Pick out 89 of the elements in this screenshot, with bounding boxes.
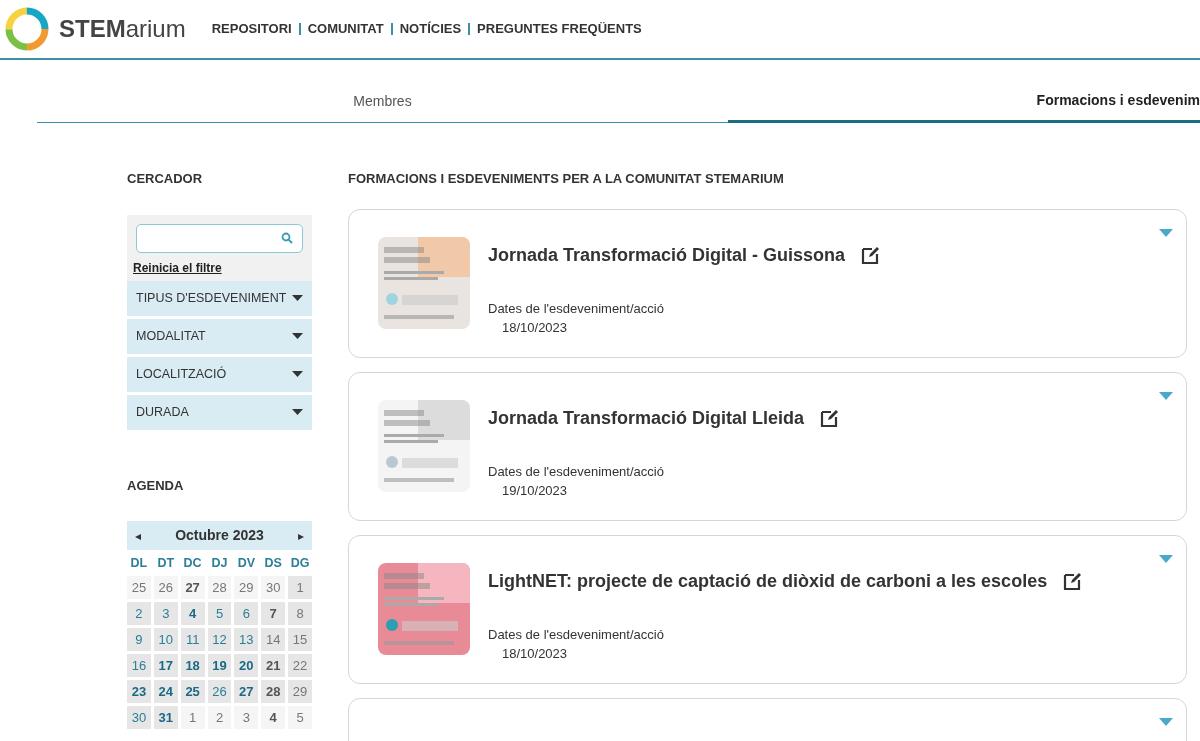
- calendar-day[interactable]: 4: [180, 602, 205, 625]
- calendar-day[interactable]: 27: [180, 576, 205, 599]
- calendar-day[interactable]: 23: [127, 680, 151, 703]
- calendar-day[interactable]: 16: [127, 654, 151, 677]
- edit-icon[interactable]: [861, 245, 882, 265]
- calendar-day[interactable]: 12: [207, 628, 232, 651]
- calendar-day[interactable]: 29: [288, 680, 312, 703]
- filter-dropdown[interactable]: MODALITAT: [127, 318, 312, 354]
- calendar-day[interactable]: 31: [153, 706, 178, 729]
- calendar-day[interactable]: 30: [261, 576, 286, 599]
- calendar-day[interactable]: 18: [180, 654, 205, 677]
- section-title: CERCADOR: [127, 170, 204, 188]
- edit-icon[interactable]: [820, 408, 841, 428]
- calendar-day[interactable]: 25: [127, 576, 151, 599]
- calendar-day[interactable]: 8: [288, 602, 312, 625]
- calendar-day[interactable]: 19: [207, 654, 232, 677]
- search-field[interactable]: [136, 223, 303, 253]
- weekday-label: DS: [263, 554, 283, 572]
- next-month-button[interactable]: ▸: [298, 526, 304, 545]
- nav-link[interactable]: PREGUNTES FREQÜENTS: [477, 19, 642, 39]
- caret-icon[interactable]: [1159, 391, 1173, 400]
- event-date: 19/10/2023: [502, 482, 569, 500]
- calendar-day[interactable]: 20: [234, 654, 259, 677]
- calendar-day[interactable]: 26: [153, 576, 178, 599]
- filter-dropdown[interactable]: TIPUS D'ESDEVENIMENT: [127, 280, 312, 316]
- dates-label: Dates de l'esdeveniment/acció: [488, 625, 665, 644]
- calendar-day[interactable]: 5: [288, 706, 312, 729]
- tab[interactable]: Membres: [37, 80, 728, 123]
- calendar-day[interactable]: 30: [127, 706, 151, 729]
- logo-text[interactable]: STEMarium: [59, 11, 186, 47]
- filter-dropdown[interactable]: DURADA: [127, 394, 312, 430]
- calendar-day[interactable]: 2: [127, 602, 151, 625]
- calendar-day[interactable]: 28: [207, 576, 232, 599]
- calendar-day[interactable]: 5: [207, 602, 232, 625]
- calendar-day[interactable]: 28: [261, 680, 286, 703]
- event-date: 18/10/2023: [502, 319, 569, 337]
- event-title[interactable]: Jornada Transformació Digital - Guissona: [488, 241, 846, 269]
- calendar-day[interactable]: 14: [261, 628, 286, 651]
- nav-link[interactable]: REPOSITORI: [211, 19, 292, 39]
- caret-icon[interactable]: [1159, 228, 1173, 237]
- calendar-day[interactable]: 1: [288, 576, 312, 599]
- weekday-label: DJ: [210, 554, 229, 572]
- nav-link[interactable]: COMUNITAT: [307, 19, 384, 39]
- calendar-day[interactable]: 11: [180, 628, 205, 651]
- calendar-day[interactable]: 25: [180, 680, 205, 703]
- calendar-day[interactable]: 29: [234, 576, 259, 599]
- dates-label: Dates de l'esdeveniment/acció: [488, 462, 665, 481]
- calendar-day[interactable]: 1: [180, 706, 205, 729]
- weekday-label: DC: [182, 554, 203, 572]
- page-heading: FORMACIONS I ESDEVENIMENTS PER A LA COMUNITAT STEMARIUM: [348, 170, 785, 188]
- caret-icon[interactable]: [1159, 717, 1173, 726]
- calendar-day[interactable]: 4: [261, 706, 286, 729]
- calendar-day[interactable]: 9: [127, 628, 151, 651]
- filter-dropdown[interactable]: LOCALITZACIÓ: [127, 356, 312, 392]
- caret-icon: [292, 333, 303, 339]
- event-title[interactable]: LightNET: projecte de captació de diòxid de carboni a les escoles: [488, 567, 1048, 595]
- event-date: 18/10/2023: [502, 645, 569, 663]
- caret-icon: [292, 371, 303, 377]
- caret-icon[interactable]: [1159, 554, 1173, 563]
- calendar-day[interactable]: 27: [234, 680, 259, 703]
- section-title: AGENDA: [127, 476, 185, 495]
- calendar-day[interactable]: 6: [234, 602, 259, 625]
- calendar-day[interactable]: 7: [261, 602, 286, 625]
- month-title: Octubre 2023: [175, 526, 264, 545]
- weekday-label: DT: [156, 554, 176, 572]
- weekday-label: DL: [129, 554, 149, 572]
- tab[interactable]: Formacions i esdevenim: [728, 80, 1200, 123]
- search-icon: [281, 232, 293, 244]
- calendar-day[interactable]: 3: [234, 706, 259, 729]
- weekday-label: DG: [289, 554, 311, 572]
- calendar-day[interactable]: 21: [261, 654, 286, 677]
- calendar-day[interactable]: 3: [153, 602, 178, 625]
- nav-link[interactable]: NOTÍCIES: [399, 19, 462, 39]
- dates-label: Dates de l'esdeveniment/acció: [488, 299, 665, 318]
- caret-icon: [292, 295, 303, 301]
- caret-icon: [292, 409, 303, 415]
- calendar-day[interactable]: 2: [207, 706, 232, 729]
- calendar-day[interactable]: 15: [288, 628, 312, 651]
- calendar-day[interactable]: 17: [153, 654, 178, 677]
- logo-icon: [5, 7, 49, 51]
- previous-month-button[interactable]: ◂: [135, 526, 141, 545]
- calendar-day[interactable]: 13: [234, 628, 259, 651]
- event-title[interactable]: Jornada Transformació Digital Lleida: [488, 404, 805, 432]
- calendar-day[interactable]: 22: [288, 654, 312, 677]
- calendar-day[interactable]: 24: [153, 680, 178, 703]
- weekday-label: DV: [236, 554, 257, 572]
- calendar-day[interactable]: 10: [153, 628, 178, 651]
- calendar-day[interactable]: 26: [207, 680, 232, 703]
- edit-icon[interactable]: [1063, 571, 1084, 591]
